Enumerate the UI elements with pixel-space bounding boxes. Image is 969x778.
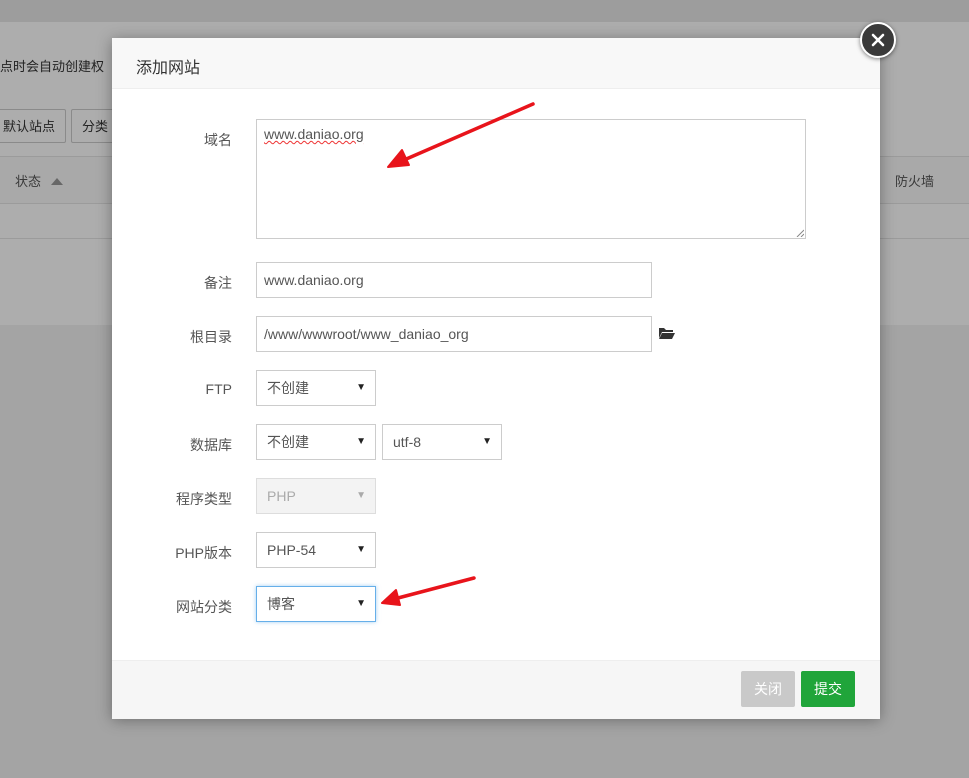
root-dir-input[interactable]: /www/wwwroot/www_daniao_org [256,316,652,352]
dropdown-caret-icon: ▼ [356,490,366,501]
site-category-select[interactable]: 博客 ▼ [256,586,376,622]
dialog-header: 添加网站 [112,38,880,89]
domain-value: www.daniao.org [264,126,364,142]
domain-label: 域名 [204,132,232,148]
database-label: 数据库 [190,437,232,453]
domain-textarea[interactable]: www.daniao.org [256,119,806,239]
add-site-dialog: 添加网站 域名 www.daniao.org 备注 www.daniao.org… [112,38,880,719]
note-label: 备注 [204,275,232,291]
root-dir-label: 根目录 [190,329,232,345]
dropdown-caret-icon: ▼ [356,544,366,555]
program-type-value: PHP [267,488,296,504]
dropdown-caret-icon: ▼ [356,382,366,393]
ftp-label: FTP [205,381,232,397]
site-category-value: 博客 [267,596,295,612]
php-version-select[interactable]: PHP-54 ▼ [256,532,376,568]
close-button[interactable]: 关闭 [741,671,795,707]
submit-button[interactable]: 提交 [801,671,855,707]
dialog-title: 添加网站 [136,60,201,77]
charset-select[interactable]: utf-8 ▼ [382,424,502,460]
site-category-label: 网站分类 [176,599,232,615]
database-value: 不创建 [267,434,309,450]
program-type-select: PHP ▼ [256,478,376,514]
php-version-label: PHP版本 [175,545,232,561]
folder-open-icon[interactable] [658,326,676,340]
close-icon [871,33,885,47]
resize-grip-icon[interactable] [796,229,804,237]
note-input[interactable]: www.daniao.org [256,262,652,298]
database-select[interactable]: 不创建 ▼ [256,424,376,460]
program-type-label: 程序类型 [176,491,232,507]
dropdown-caret-icon: ▼ [356,598,366,609]
dropdown-caret-icon: ▼ [482,436,492,447]
dialog-footer: 关闭 提交 [112,660,880,719]
dialog-close-button[interactable] [860,22,896,58]
ftp-select[interactable]: 不创建 ▼ [256,370,376,406]
ftp-value: 不创建 [267,380,309,396]
charset-value: utf-8 [393,434,422,450]
dropdown-caret-icon: ▼ [356,436,366,447]
php-version-value: PHP-54 [267,542,317,558]
